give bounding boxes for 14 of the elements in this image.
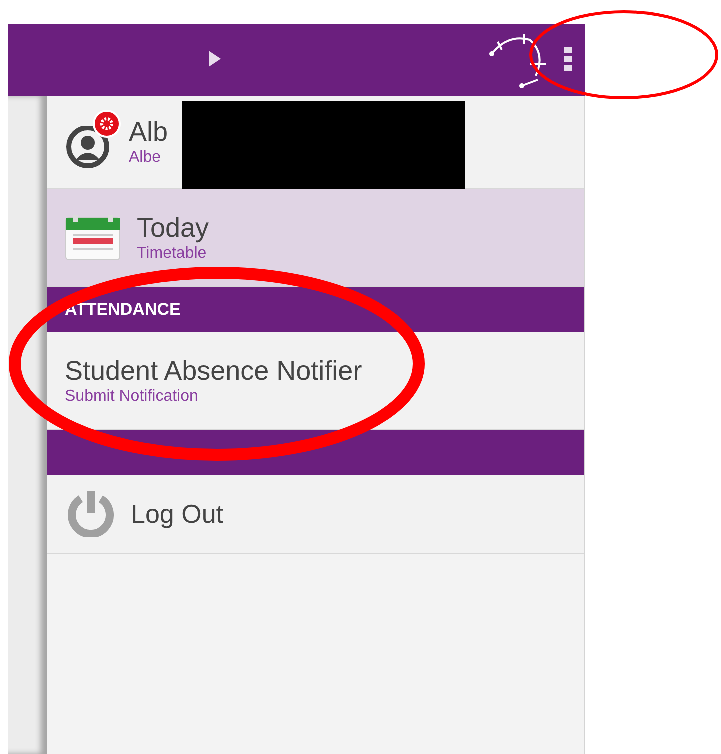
item-subtitle: Albe — [129, 148, 162, 168]
item-title: Today — [137, 212, 210, 244]
item-title: Log Out — [131, 498, 224, 530]
play-icon[interactable] — [208, 50, 222, 68]
item-subtitle: Submit Notification — [65, 386, 200, 406]
power-icon — [65, 491, 117, 537]
menu-item[interactable]: Today Timetable — [47, 189, 584, 287]
avatar-icon — [65, 126, 111, 168]
more-icon[interactable] — [563, 46, 573, 72]
section-header: ATTENDANCE — [47, 287, 584, 332]
item-subtitle: Timetable — [137, 244, 208, 264]
item-title: Student Absence Notifier — [65, 354, 362, 386]
item-title: Alb — [129, 116, 168, 148]
calendar-icon — [65, 214, 123, 262]
